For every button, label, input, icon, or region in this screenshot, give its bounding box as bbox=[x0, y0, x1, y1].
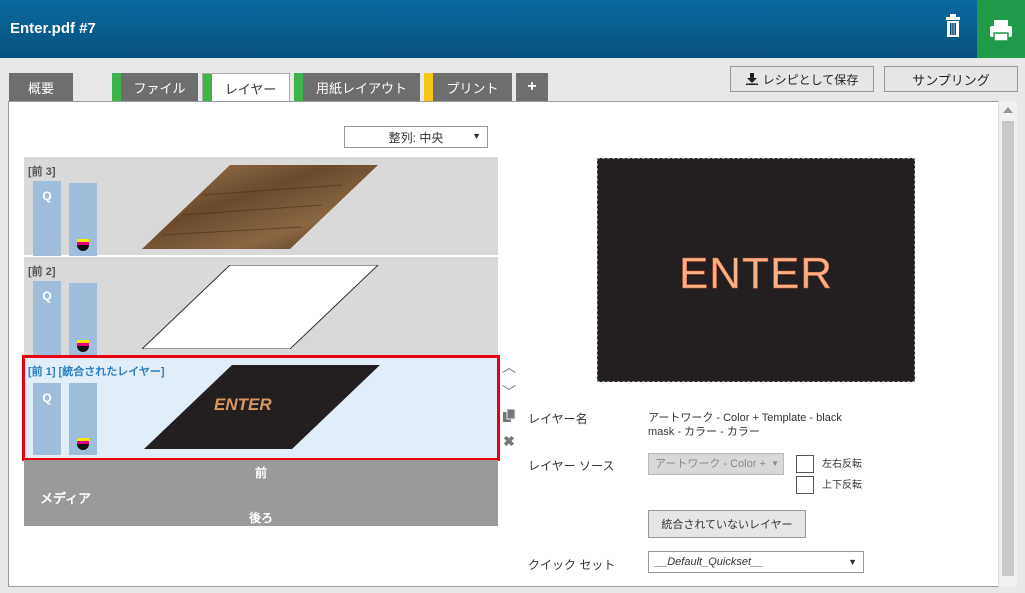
scrollbar-thumb[interactable] bbox=[1002, 121, 1014, 576]
q-column[interactable]: Q bbox=[33, 281, 61, 357]
tab-layers[interactable]: レイヤー bbox=[202, 73, 290, 103]
tab-status-marker bbox=[294, 73, 303, 101]
layer-name-value: アートワーク - Color + Template - black bbox=[648, 412, 842, 424]
layer-name-value-line2: mask - カラー - カラー bbox=[648, 426, 760, 438]
layer-preview: ENTER bbox=[597, 158, 915, 382]
back-label: 後ろ bbox=[248, 511, 273, 525]
layer-name: [前 2] bbox=[28, 266, 56, 278]
scroll-up-arrow-icon[interactable] bbox=[1003, 107, 1013, 113]
tab-status-marker bbox=[203, 74, 212, 103]
delete-layer-button[interactable]: ✖ bbox=[502, 434, 516, 448]
save-as-recipe-button[interactable]: レシピとして保存 bbox=[730, 66, 874, 92]
q-column[interactable]: Q bbox=[33, 181, 61, 256]
tab-paper-layout[interactable]: 用紙レイアウト bbox=[294, 73, 420, 101]
app-header: Enter.pdf #7 bbox=[0, 0, 1025, 58]
layer-item-front-3[interactable]: [前 3] Q bbox=[24, 157, 498, 256]
color-column[interactable] bbox=[69, 383, 97, 455]
layer-thumbnail-white bbox=[142, 265, 379, 349]
layer-source-label: レイヤー ソース bbox=[528, 459, 615, 473]
layer-source-select[interactable]: アートワーク - Color + ▼ bbox=[648, 453, 784, 475]
plus-icon: + bbox=[527, 78, 537, 95]
printer-icon bbox=[990, 20, 1012, 42]
q-label: Q bbox=[42, 289, 52, 303]
layer-thumbnail-wood bbox=[142, 165, 378, 249]
media-block: 前 メディア 後ろ bbox=[24, 460, 498, 526]
tab-print[interactable]: プリント bbox=[424, 73, 512, 101]
layer-name: [前 3] bbox=[28, 166, 56, 178]
trash-icon bbox=[946, 14, 960, 37]
tab-status-marker bbox=[424, 73, 433, 101]
tab-overview[interactable]: 概要 bbox=[9, 73, 73, 101]
color-column[interactable] bbox=[69, 283, 97, 357]
flip-vertical-checkbox[interactable] bbox=[796, 476, 814, 494]
scrollbar[interactable] bbox=[998, 101, 1017, 587]
save-as-recipe-label: レシピとして保存 bbox=[762, 72, 859, 87]
flip-vertical-label: 上下反転 bbox=[822, 480, 862, 491]
quickset-label: クイック セット bbox=[528, 558, 616, 572]
copy-button[interactable] bbox=[502, 408, 516, 423]
delete-button[interactable] bbox=[935, 8, 971, 48]
unlinked-layer-label: 統合されていないレイヤー bbox=[661, 519, 793, 531]
tab-status-marker bbox=[112, 73, 121, 101]
document-title: Enter.pdf #7 bbox=[10, 20, 96, 37]
tab-overview-label: 概要 bbox=[27, 80, 54, 96]
layer-name-label: レイヤー名 bbox=[528, 412, 588, 426]
alignment-select-value: 整列: 中央 bbox=[388, 130, 444, 145]
tab-file[interactable]: ファイル bbox=[112, 73, 198, 101]
preview-text: ENTER bbox=[678, 249, 834, 299]
cmyk-icon bbox=[77, 340, 89, 352]
layer-thumbnail-text: ENTER bbox=[214, 395, 272, 414]
front-label: 前 bbox=[254, 466, 267, 480]
quickset-value: __Default_Quickset__ bbox=[655, 556, 764, 568]
q-column[interactable]: Q bbox=[33, 383, 61, 455]
layer-item-front-2[interactable]: [前 2] Q bbox=[24, 257, 498, 357]
unlinked-layer-button[interactable]: 統合されていないレイヤー bbox=[648, 510, 806, 538]
alignment-select[interactable]: 整列: 中央 ▼ bbox=[344, 126, 488, 148]
print-button[interactable] bbox=[977, 0, 1025, 58]
sampling-button[interactable]: サンプリング bbox=[884, 66, 1018, 92]
cmyk-icon bbox=[77, 239, 89, 251]
chevron-down-icon: ▼ bbox=[768, 454, 779, 474]
sampling-label: サンプリング bbox=[912, 72, 990, 88]
tab-print-label: プリント bbox=[446, 80, 499, 96]
quickset-select[interactable]: __Default_Quickset__ ▼ bbox=[648, 551, 864, 573]
copy-icon bbox=[503, 408, 516, 422]
add-tab-button[interactable]: + bbox=[516, 73, 548, 101]
tab-file-label: ファイル bbox=[133, 80, 186, 96]
tab-layers-label: レイヤー bbox=[224, 82, 277, 97]
flip-horizontal-checkbox[interactable] bbox=[796, 455, 814, 473]
color-column[interactable] bbox=[69, 183, 97, 256]
tab-paper-layout-label: 用紙レイアウト bbox=[315, 80, 407, 96]
chevron-down-icon: ▼ bbox=[848, 557, 857, 567]
q-label: Q bbox=[42, 189, 52, 203]
layer-source-value: アートワーク - Color + bbox=[655, 458, 766, 470]
move-up-button[interactable]: ︿ bbox=[502, 360, 516, 374]
q-label: Q bbox=[42, 391, 52, 405]
download-icon bbox=[745, 73, 758, 85]
move-down-button[interactable]: ﹀ bbox=[502, 385, 516, 399]
flip-horizontal-label: 左右反転 bbox=[822, 459, 862, 470]
cmyk-icon bbox=[77, 438, 89, 450]
media-label: メディア bbox=[40, 491, 92, 506]
layer-item-front-1-merged[interactable]: [前 1] [統合されたレイヤー] Q ENTER ︿ ﹀ ✖ bbox=[22, 355, 516, 461]
close-icon: ✖ bbox=[503, 433, 515, 449]
chevron-down-icon: ▼ bbox=[472, 131, 481, 141]
